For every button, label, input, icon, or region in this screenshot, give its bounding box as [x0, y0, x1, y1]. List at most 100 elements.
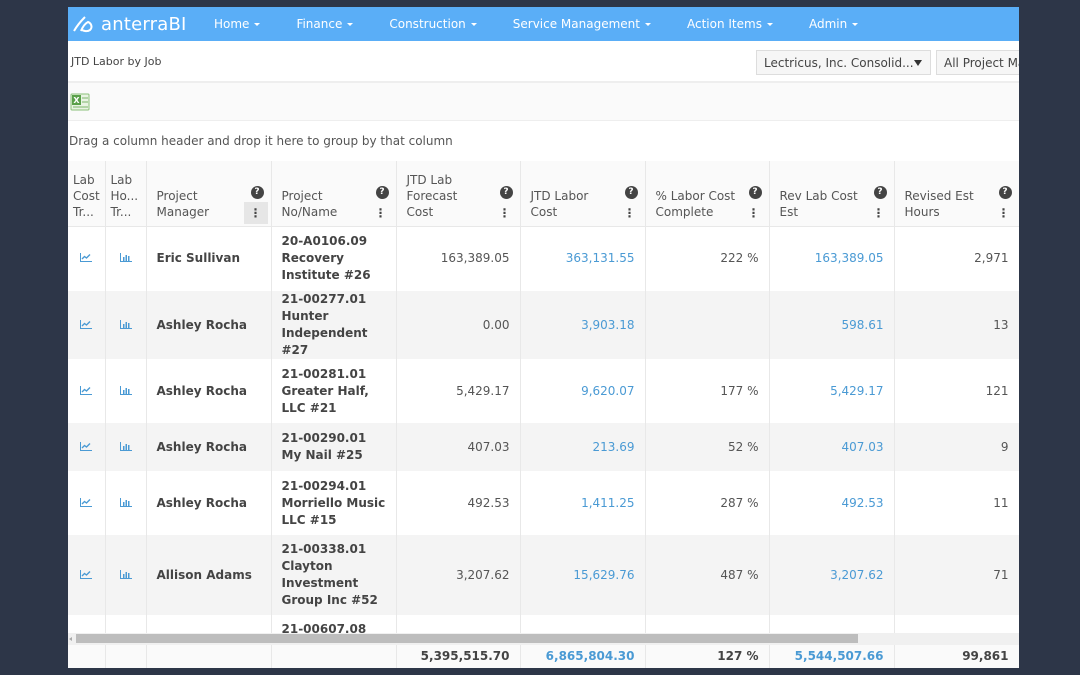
- nav-action-items-label: Action Items: [686, 17, 762, 31]
- table-row[interactable]: Ashley Rocha 21-00281.01 Greater Half, LL…: [68, 359, 1019, 423]
- labor-hours-trend-icon[interactable]: [105, 471, 147, 535]
- column-menu-icon[interactable]: ⋮: [867, 202, 891, 224]
- column-header-labor-cost[interactable]: JTD Labor Cost? ⋮: [520, 161, 646, 227]
- cell-rev-cost-est[interactable]: 407.03: [769, 423, 895, 471]
- column-header-project[interactable]: Project No/Name? ⋮: [271, 161, 397, 227]
- column-menu-icon[interactable]: ⋮: [493, 202, 517, 224]
- nav-finance[interactable]: Finance: [296, 17, 354, 31]
- table-row[interactable]: Eric Sullivan 20-A0106.09 Recovery Instit…: [68, 226, 1019, 291]
- labor-hours-trend-icon[interactable]: [119, 497, 132, 507]
- help-icon[interactable]: ?: [624, 186, 638, 199]
- header-row: Lab Cost Tr... Lab Ho... Tr... Project M…: [68, 161, 1019, 227]
- labor-cost-trend-icon[interactable]: [68, 535, 106, 615]
- table-row[interactable]: Ashley Rocha 21-00290.01 My Nail #25 407.0…: [68, 423, 1019, 471]
- labor-cost-trend-icon[interactable]: [68, 423, 106, 471]
- cell-rev-cost-est[interactable]: 492.53: [769, 471, 895, 535]
- cell-rev-cost-est[interactable]: 5,429.17: [769, 359, 895, 423]
- nav-admin[interactable]: Admin: [809, 17, 859, 31]
- table-row[interactable]: Ashley Rocha 21-00294.01 Morriello Music …: [68, 471, 1019, 535]
- group-by-hint: Drag a column header and drop it here to…: [69, 134, 453, 148]
- labor-hours-trend-icon[interactable]: [105, 291, 147, 359]
- column-header-forecast-cost[interactable]: JTD Lab Forecast Cost? ⋮: [396, 161, 521, 227]
- help-icon[interactable]: ?: [748, 186, 762, 199]
- cell-project-manager: Allison Adams: [146, 535, 272, 615]
- labor-hours-trend-icon[interactable]: [105, 535, 147, 615]
- company-select-value: Lectricus, Inc. Consolid...: [764, 55, 914, 70]
- total-labor-cost[interactable]: 6,865,804.30: [520, 645, 646, 668]
- cell-labor-cost[interactable]: 1,411.25: [520, 471, 646, 535]
- labor-cost-trend-icon[interactable]: [68, 359, 106, 423]
- help-icon[interactable]: ?: [250, 186, 264, 199]
- labor-cost-trend-icon[interactable]: [80, 253, 93, 263]
- company-select[interactable]: Lectricus, Inc. Consolid...: [756, 50, 931, 75]
- cell-project-manager: Ashley Rocha: [146, 291, 272, 359]
- labor-hours-trend-icon[interactable]: [119, 385, 132, 395]
- labor-hours-trend-icon[interactable]: [119, 441, 132, 451]
- labor-hours-trend-icon[interactable]: [119, 253, 132, 263]
- brand-logo[interactable]: anterraBI: [68, 14, 214, 35]
- help-icon[interactable]: ?: [375, 186, 389, 199]
- labor-cost-trend-icon[interactable]: [80, 319, 93, 329]
- labor-cost-trend-icon[interactable]: [68, 291, 106, 359]
- group-by-panel[interactable]: Drag a column header and drop it here to…: [68, 121, 1019, 161]
- help-icon[interactable]: ?: [873, 186, 887, 199]
- cell-labor-cost[interactable]: 15,629.76: [520, 535, 646, 615]
- cell-labor-cost[interactable]: 363,131.55: [520, 226, 646, 291]
- labor-cost-trend-icon[interactable]: [80, 385, 93, 395]
- nav-home[interactable]: Home: [214, 17, 261, 31]
- cell-rev-est-hours: 2,971: [894, 226, 1019, 291]
- cell-pct-complete: 287 %: [645, 471, 770, 535]
- labor-hours-trend-icon[interactable]: [105, 226, 147, 291]
- cell-pct-complete: 487 %: [645, 535, 770, 615]
- labor-hours-trend-icon[interactable]: [119, 319, 132, 329]
- svg-text:X: X: [73, 96, 80, 105]
- labor-cost-trend-icon[interactable]: [68, 471, 106, 535]
- column-menu-icon[interactable]: ⋮: [992, 202, 1016, 224]
- labor-hours-trend-icon[interactable]: [119, 569, 132, 579]
- grid-toolbar: X: [68, 83, 1019, 121]
- scrollbar-thumb[interactable]: [76, 634, 858, 643]
- grid-body: Eric Sullivan 20-A0106.09 Recovery Instit…: [68, 226, 1019, 668]
- cell-labor-cost[interactable]: 213.69: [520, 423, 646, 471]
- nav-action-items[interactable]: Action Items: [687, 17, 773, 31]
- horizontal-scrollbar[interactable]: [68, 633, 1019, 645]
- column-header-lab-hours-trend[interactable]: Lab Ho... Tr...: [105, 161, 147, 227]
- cell-rev-cost-est[interactable]: 163,389.05: [769, 226, 895, 291]
- labor-hours-trend-icon[interactable]: [105, 359, 147, 423]
- column-header-lab-cost-trend[interactable]: Lab Cost Tr...: [68, 161, 106, 227]
- labor-cost-trend-icon[interactable]: [68, 226, 106, 291]
- excel-export-icon[interactable]: X: [70, 93, 90, 111]
- column-header-project-manager[interactable]: Project Manager? ⋮: [146, 161, 272, 227]
- cell-forecast-cost: 163,389.05: [396, 226, 521, 291]
- cell-labor-cost[interactable]: 3,903.18: [520, 291, 646, 359]
- project-manager-select[interactable]: All Project Ma: [936, 50, 1019, 75]
- anterra-logo-icon: [73, 16, 93, 33]
- labor-cost-trend-icon[interactable]: [80, 569, 93, 579]
- scroll-left-icon[interactable]: [69, 637, 72, 641]
- labor-hours-trend-icon[interactable]: [105, 423, 147, 471]
- cell-rev-cost-est[interactable]: 3,207.62: [769, 535, 895, 615]
- cell-rev-cost-est[interactable]: 598.61: [769, 291, 895, 359]
- total-rev-est-hours: 99,861: [894, 645, 1019, 668]
- labor-cost-trend-icon[interactable]: [80, 441, 93, 451]
- column-menu-icon[interactable]: ⋮: [369, 202, 393, 224]
- table-row[interactable]: Ashley Rocha 21-00277.01 Hunter Independe…: [68, 291, 1019, 359]
- cell-labor-cost[interactable]: 9,620.07: [520, 359, 646, 423]
- column-menu-icon[interactable]: ⋮: [243, 202, 268, 224]
- labor-cost-trend-icon[interactable]: [80, 497, 93, 507]
- nav-service-management[interactable]: Service Management: [513, 17, 651, 31]
- cell-project: 21-00338.01 Clayton Investment Group Inc…: [271, 535, 397, 615]
- total-rev-cost-est[interactable]: 5,544,507.66: [769, 645, 895, 668]
- data-grid: Lab Cost Tr... Lab Ho... Tr... Project M…: [68, 161, 1019, 668]
- column-header-rev-est-hours[interactable]: Revised Est Hours? ⋮: [894, 161, 1019, 227]
- column-header-pct-complete[interactable]: % Labor Cost Complete? ⋮: [645, 161, 770, 227]
- column-header-rev-cost-est[interactable]: Rev Lab Cost Est? ⋮: [769, 161, 895, 227]
- nav-construction[interactable]: Construction: [389, 17, 477, 31]
- cell-rev-est-hours: 9: [894, 423, 1019, 471]
- column-menu-icon[interactable]: ⋮: [618, 202, 642, 224]
- help-icon[interactable]: ?: [998, 186, 1012, 199]
- table-row[interactable]: Allison Adams 21-00338.01 Clayton Investm…: [68, 535, 1019, 615]
- column-menu-icon[interactable]: ⋮: [742, 202, 766, 224]
- page-header: JTD Labor by Job Lectricus, Inc. Consoli…: [68, 41, 1019, 83]
- help-icon[interactable]: ?: [499, 186, 513, 199]
